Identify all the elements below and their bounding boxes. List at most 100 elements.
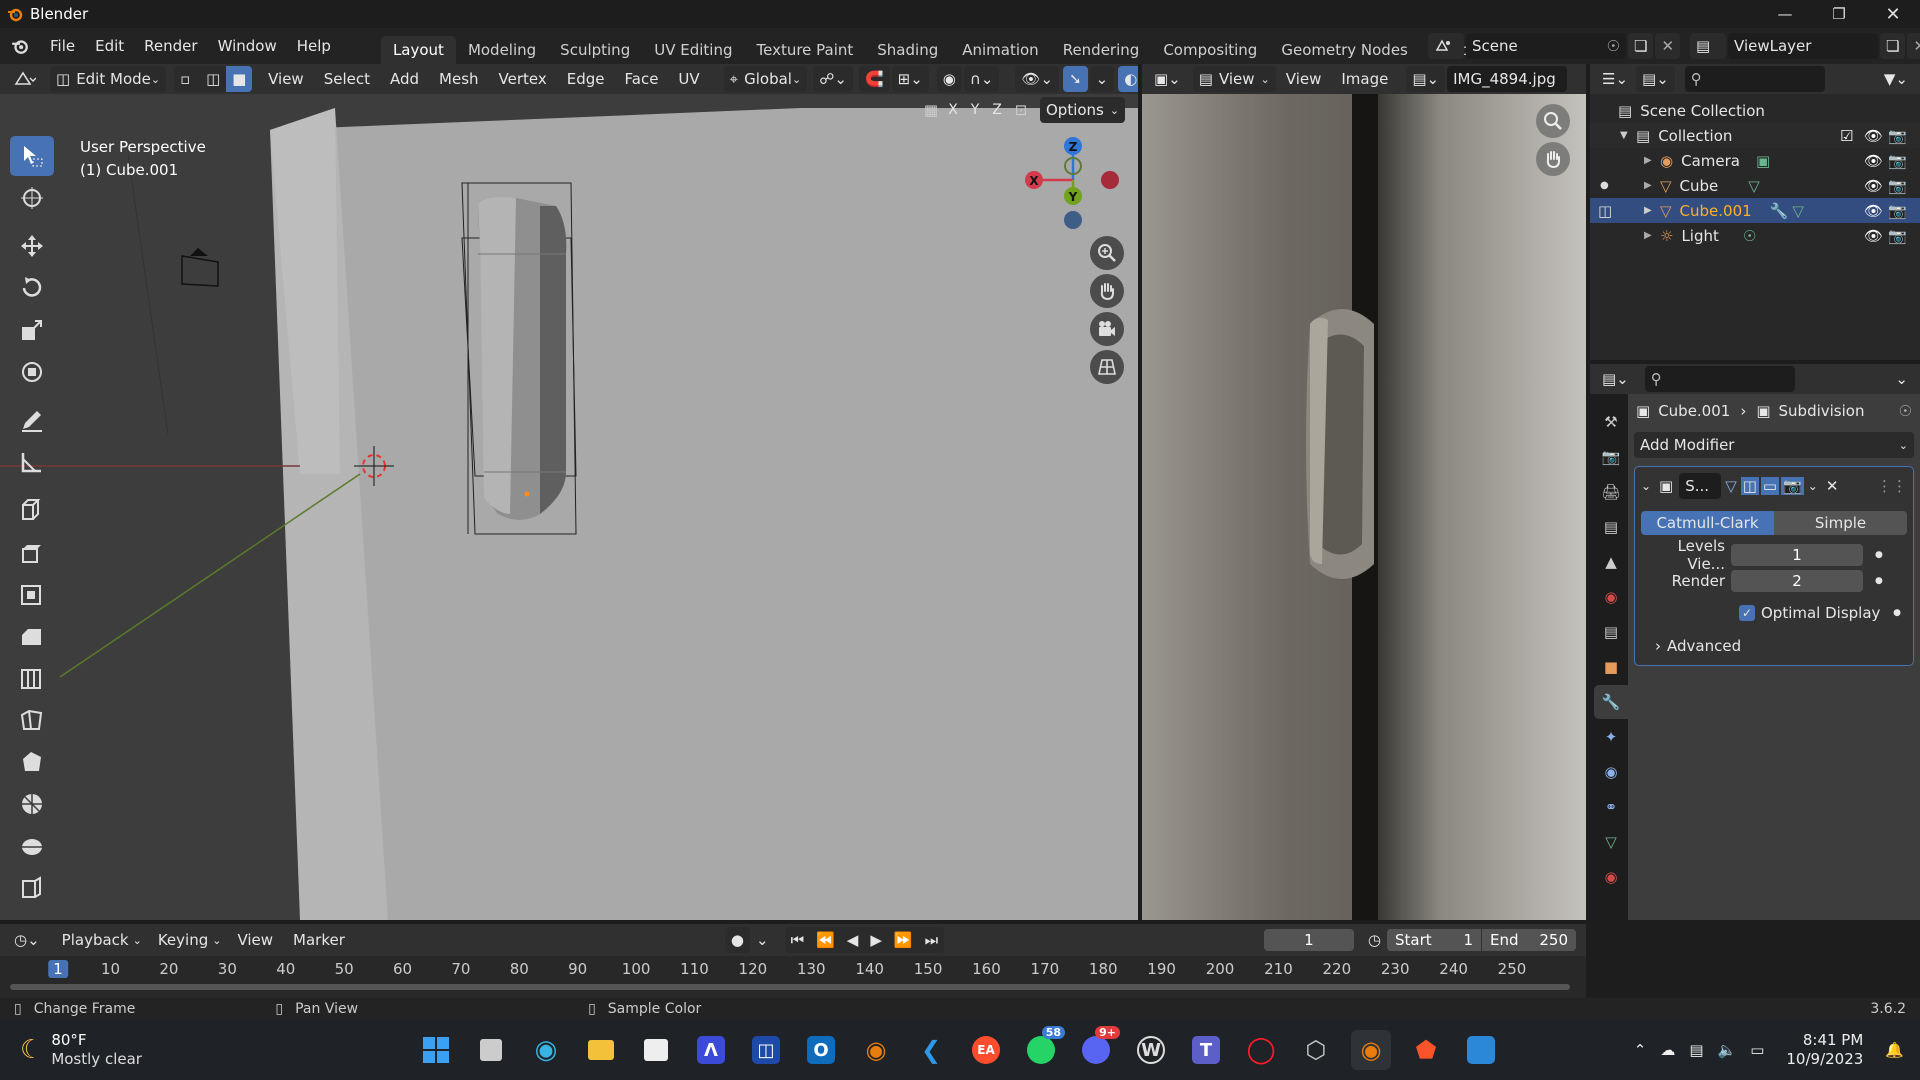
constraints-tab-icon[interactable]: ⚭ xyxy=(1594,790,1628,824)
poly-build-tool[interactable] xyxy=(10,742,54,782)
eye-icon[interactable]: 👁 xyxy=(1864,227,1883,245)
eye-icon[interactable]: 👁 xyxy=(1864,127,1883,145)
image-view-menu[interactable]: View xyxy=(1276,64,1332,94)
measure-tool[interactable] xyxy=(10,442,54,482)
camera-view-icon[interactable] xyxy=(1090,312,1124,346)
menu-edit[interactable]: Edit xyxy=(85,28,134,64)
image-image-menu[interactable]: Image xyxy=(1331,64,1398,94)
eye-icon[interactable]: 👁 xyxy=(1864,177,1883,195)
teams-icon[interactable]: T xyxy=(1186,1030,1226,1070)
play-button[interactable]: ▶ xyxy=(864,927,888,953)
tab-shading[interactable]: Shading xyxy=(865,36,950,64)
blender-menu-icon[interactable] xyxy=(0,28,40,64)
viewport-menu-add[interactable]: Add xyxy=(380,64,429,94)
transform-orientation-dropdown[interactable]: ⌖ Global ⌄ xyxy=(723,66,808,92)
file-explorer-icon[interactable] xyxy=(581,1030,621,1070)
add-cube-tool[interactable] xyxy=(10,490,54,530)
output-tab-icon[interactable]: 🖨 xyxy=(1594,475,1628,509)
timeline-menu-playback[interactable]: Playback xyxy=(52,924,133,956)
modifier-menu-icon[interactable]: ⌄ xyxy=(1808,479,1818,493)
delete-scene-button[interactable]: ✕ xyxy=(1655,33,1681,59)
timeline-menu-keying[interactable]: Keying xyxy=(148,924,212,956)
loop-cut-tool[interactable] xyxy=(10,658,54,698)
task-view-icon[interactable] xyxy=(471,1030,511,1070)
edit-mode-toggle-icon[interactable]: ▽ xyxy=(1725,477,1737,495)
viewport-toggle-icon[interactable]: ▭ xyxy=(1760,477,1780,495)
annotate-tool[interactable] xyxy=(10,400,54,440)
proportional-falloff-button[interactable]: ∩⌄ xyxy=(963,66,1000,92)
transform-tool[interactable] xyxy=(10,352,54,392)
timeline-menu-view[interactable]: View xyxy=(227,924,283,956)
snap-toggle-button[interactable]: 🧲 xyxy=(858,66,890,92)
clock-time[interactable]: 8:41 PM xyxy=(1786,1031,1863,1050)
pin-icon[interactable]: ☉ xyxy=(1607,37,1620,55)
rotate-tool[interactable] xyxy=(10,268,54,308)
whatsapp-icon[interactable]: 58 xyxy=(1021,1026,1065,1070)
menu-render[interactable]: Render xyxy=(134,28,207,64)
image-editor-canvas[interactable] xyxy=(1142,94,1586,920)
start-icon[interactable] xyxy=(416,1030,456,1070)
image-editor-type-button[interactable]: ▣⌄ xyxy=(1148,66,1187,92)
image-browse-button[interactable]: ▤⌄ xyxy=(1406,66,1446,92)
scene-selector-button[interactable] xyxy=(1428,33,1464,59)
properties-editor-type-button[interactable]: ▤⌄ xyxy=(1596,366,1635,392)
edge-select-button[interactable]: ◫ xyxy=(200,66,227,92)
outliner-search-input[interactable]: ⚲ xyxy=(1684,66,1825,92)
keyframe-dot-icon[interactable]: ● xyxy=(1875,550,1883,560)
collapse-chevron-icon[interactable]: ⌄ xyxy=(1641,479,1659,493)
extrude-tool[interactable] xyxy=(10,532,54,572)
catmull-clark-button[interactable]: Catmull-Clark xyxy=(1641,511,1774,535)
remove-modifier-icon[interactable]: ✕ xyxy=(1826,477,1839,495)
tray-chevron-up-icon[interactable]: ⌃ xyxy=(1634,1041,1647,1059)
render-camera-icon[interactable]: 📷 xyxy=(1888,227,1907,245)
play-reverse-button[interactable]: ◀ xyxy=(840,927,865,953)
cursor-tool[interactable] xyxy=(10,178,54,218)
face-select-button[interactable]: ■ xyxy=(226,66,253,92)
keyframe-dot-icon[interactable]: ● xyxy=(1875,576,1883,586)
image-name-field[interactable]: IMG_4894.jpg xyxy=(1447,66,1568,92)
tab-compositing[interactable]: Compositing xyxy=(1151,36,1269,64)
outliner-item-light[interactable]: ▶ ☼ Light ☉ 👁 📷 xyxy=(1590,223,1920,248)
collection-checkbox[interactable]: ☑ xyxy=(1840,127,1853,145)
mirror-z-toggle[interactable]: Z xyxy=(986,102,1008,118)
pin-icon[interactable]: ☉ xyxy=(1899,402,1912,420)
keyframe-dot-icon[interactable]: ● xyxy=(1893,608,1901,618)
unity-icon[interactable]: ⬡ xyxy=(1296,1030,1336,1070)
keying-dropdown-button[interactable]: ⌄ xyxy=(750,927,775,953)
render-camera-icon[interactable]: 📷 xyxy=(1888,152,1907,170)
viewport-menu-view[interactable]: View xyxy=(258,64,314,94)
simple-button[interactable]: Simple xyxy=(1774,511,1907,535)
app-blue-icon[interactable]: Λ xyxy=(691,1030,731,1070)
volume-icon[interactable]: 🔈 xyxy=(1718,1041,1737,1059)
options-dropdown[interactable]: Options ⌄ xyxy=(1040,97,1126,123)
camera-object[interactable] xyxy=(181,248,219,287)
properties-search-input[interactable]: ⚲ xyxy=(1644,366,1795,392)
collection-row[interactable]: ▼ ▤ Collection ☑ 👁 📷 xyxy=(1590,123,1920,148)
image-view-mode-dropdown[interactable]: ▤ View ⌄ xyxy=(1192,66,1276,92)
scale-tool[interactable] xyxy=(10,310,54,350)
menu-help[interactable]: Help xyxy=(287,28,341,64)
viewport-menu-vertex[interactable]: Vertex xyxy=(489,64,557,94)
bevel-tool[interactable] xyxy=(10,616,54,656)
viewport-menu-face[interactable]: Face xyxy=(615,64,669,94)
jump-end-button[interactable]: ⏭ xyxy=(918,927,945,953)
modifier-tab-icon[interactable]: 🔧 xyxy=(1594,685,1628,719)
delete-viewlayer-button[interactable]: ✕ xyxy=(1907,33,1920,59)
tab-texture-paint[interactable]: Texture Paint xyxy=(744,36,865,64)
timeline-area[interactable]: 1 10 20 30 40 50 60 70 80 90 100 110 120 130 140 150 160… xyxy=(0,956,1586,998)
tab-rendering[interactable]: Rendering xyxy=(1051,36,1152,64)
render-levels-field[interactable]: 2 xyxy=(1731,570,1863,592)
physics-tab-icon[interactable]: ◉ xyxy=(1594,755,1628,789)
battery-icon[interactable]: ▭ xyxy=(1750,1041,1764,1059)
expand-arrow-icon[interactable]: ▶ xyxy=(1644,205,1660,216)
clock-date[interactable]: 10/9/2023 xyxy=(1786,1050,1863,1069)
opera-icon[interactable]: ◯ xyxy=(1241,1030,1281,1070)
expand-arrow-icon[interactable]: ▶ xyxy=(1644,155,1660,166)
render-camera-icon[interactable]: 📷 xyxy=(1888,127,1907,145)
modifier-name-field[interactable]: S... xyxy=(1679,473,1722,499)
perspective-grid-icon[interactable] xyxy=(1090,350,1124,384)
discord-icon[interactable]: 9+ xyxy=(1076,1026,1120,1070)
gizmo-dropdown-button[interactable]: ⌄ xyxy=(1089,66,1115,92)
auto-merge-icon[interactable]: ⊡ xyxy=(1008,101,1034,119)
timeline-scrollbar[interactable] xyxy=(10,984,1570,990)
